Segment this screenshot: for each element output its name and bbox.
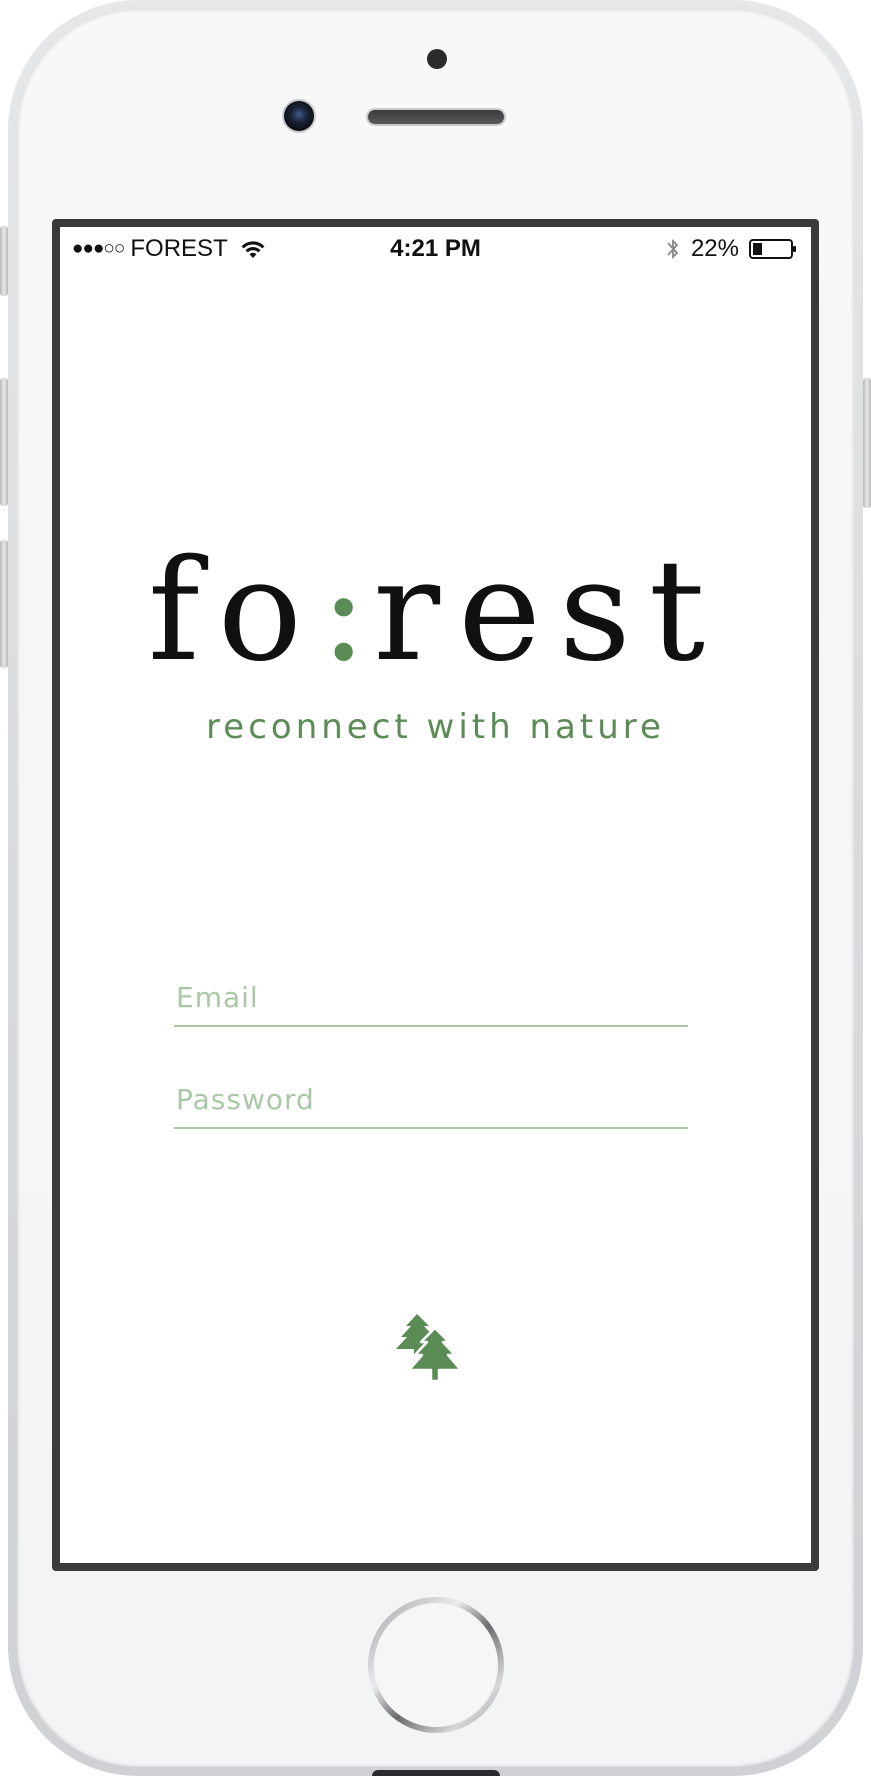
logo-text-end: rest (373, 530, 724, 693)
home-button[interactable] (368, 1597, 504, 1733)
front-camera (284, 101, 314, 131)
password-field[interactable] (174, 1071, 688, 1129)
submit-button[interactable] (381, 1308, 481, 1408)
logo-text-start: fo (147, 530, 321, 693)
proximity-sensor (427, 49, 447, 69)
battery-icon (749, 239, 796, 259)
email-field[interactable] (174, 969, 688, 1027)
pine-trees-icon (396, 1314, 463, 1383)
volume-down-button (0, 540, 8, 668)
mute-switch (0, 226, 8, 296)
app-screen: ●●●○○ FOREST 4:21 PM 22% fo:rest reconne… (60, 227, 811, 1563)
status-bar: ●●●○○ FOREST 4:21 PM 22% (60, 227, 811, 275)
volume-up-button (0, 378, 8, 506)
status-right: 22% (665, 235, 797, 263)
lightning-port (372, 1770, 500, 1776)
battery-percent: 22% (690, 235, 739, 262)
app-tagline: reconnect with nature (206, 707, 665, 747)
power-button (863, 378, 871, 508)
home-button-face (374, 1603, 498, 1727)
logo-colon: : (320, 530, 374, 693)
bluetooth-icon (667, 238, 679, 260)
app-logo: fo:rest (60, 537, 811, 687)
earpiece-speaker (368, 110, 504, 124)
